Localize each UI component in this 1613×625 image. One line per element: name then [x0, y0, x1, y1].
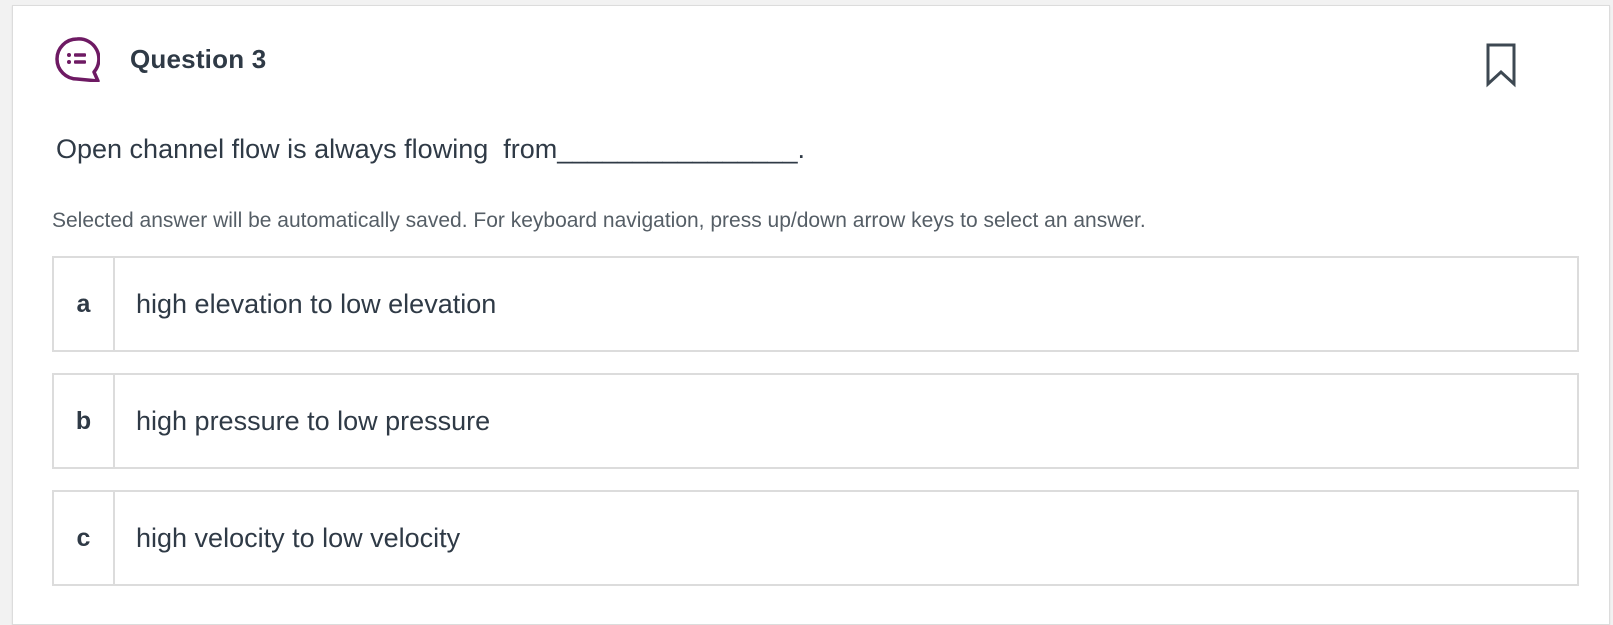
question-card: Question 3 Open channel flow is always f… — [12, 5, 1610, 625]
question-list-icon — [55, 37, 100, 82]
option-letter: a — [54, 258, 115, 350]
answer-option-b[interactable]: b high pressure to low pressure — [52, 373, 1579, 469]
option-text: high velocity to low velocity — [136, 522, 461, 553]
option-text: high elevation to low elevation — [136, 288, 497, 319]
option-letter: c — [54, 492, 115, 584]
option-letter: b — [54, 375, 115, 467]
question-text: Open channel flow is always flowing from… — [56, 134, 805, 164]
answer-option-a[interactable]: a high elevation to low elevation — [52, 256, 1579, 352]
bookmark-icon[interactable] — [1485, 42, 1517, 88]
instruction-text: Selected answer will be automatically sa… — [52, 209, 1146, 232]
question-title: Question 3 — [130, 44, 267, 74]
option-text: high pressure to low pressure — [136, 405, 491, 436]
answer-option-c[interactable]: c high velocity to low velocity — [52, 490, 1579, 586]
